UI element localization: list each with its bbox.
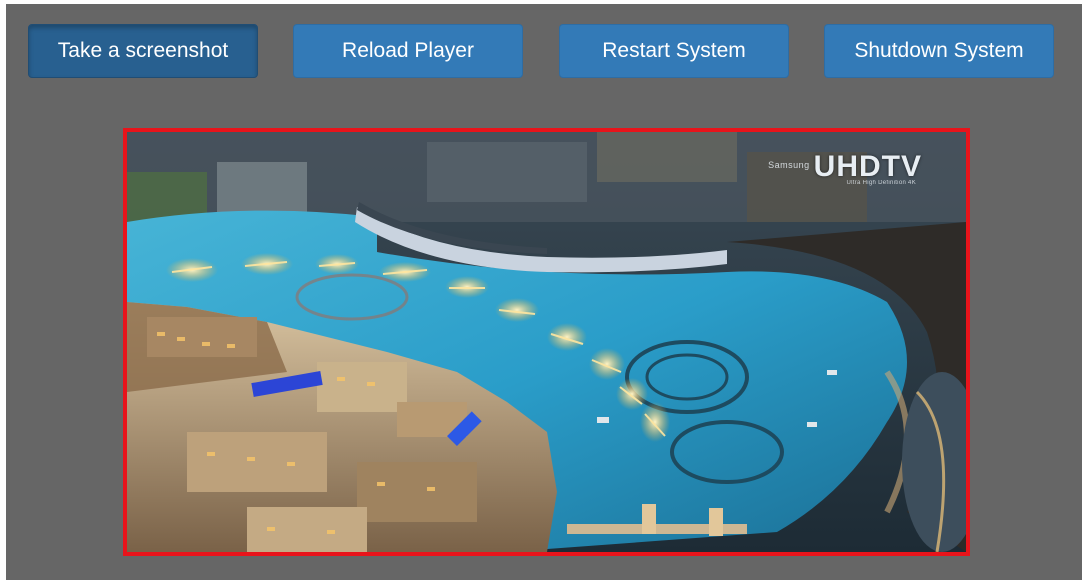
uhdtv-watermark: Samsung UHDTV Ultra High Definition 4K — [768, 150, 922, 186]
take-screenshot-button[interactable]: Take a screenshot — [28, 24, 258, 78]
watermark-tagline: Ultra High Definition 4K — [846, 180, 916, 186]
control-panel: Take a screenshot Reload Player Restart … — [6, 4, 1082, 580]
restart-system-button[interactable]: Restart System — [559, 24, 789, 78]
shutdown-system-button[interactable]: Shutdown System — [824, 24, 1054, 78]
reload-player-button[interactable]: Reload Player — [293, 24, 523, 78]
watermark-brand: Samsung — [768, 160, 810, 170]
video-frame-image — [127, 132, 966, 552]
watermark-title: UHDTV — [813, 150, 922, 183]
video-player[interactable]: Samsung UHDTV Ultra High Definition 4K — [123, 128, 970, 556]
page: Take a screenshot Reload Player Restart … — [0, 0, 1085, 580]
